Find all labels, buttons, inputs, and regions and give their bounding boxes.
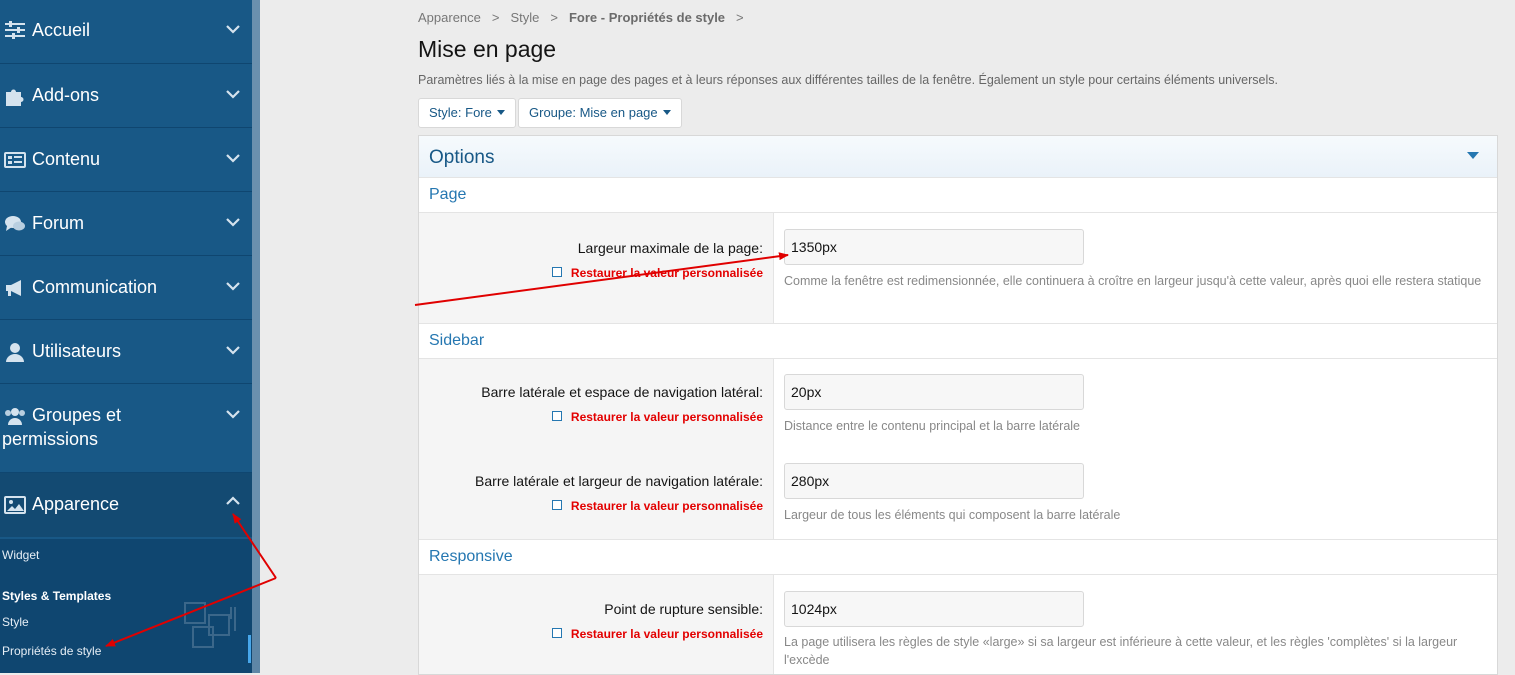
caret-down-icon <box>662 110 671 115</box>
subnav-heading-styles: Styles & Templates <box>2 589 112 603</box>
bullhorn-icon <box>4 278 26 298</box>
field-label: Point de rupture sensible: <box>604 601 763 617</box>
field-hint: Comme la fenêtre est redimensionnée, ell… <box>784 274 1482 288</box>
checkbox-icon[interactable] <box>551 500 562 510</box>
chevron-up-icon <box>226 496 240 506</box>
collapse-toggle-icon[interactable] <box>1467 152 1479 160</box>
field-hint: Largeur de tous les éléments qui compose… <box>784 508 1121 522</box>
sidebar-item-label: Utilisateurs <box>32 341 122 361</box>
field-label: Barre latérale et espace de navigation l… <box>481 384 763 400</box>
breadcrumb-item[interactable]: Apparence <box>418 10 481 25</box>
sidebar-item-label: Apparence <box>32 494 120 514</box>
sidebar-item-label: Communication <box>32 277 158 297</box>
sidebar-item-label: Accueil <box>32 20 91 40</box>
panel-header[interactable]: Options <box>419 136 1497 178</box>
revert-checkbox[interactable]: Restaurer la valeur personnalisée <box>551 410 763 424</box>
revert-label: Restaurer la valeur personnalisée <box>570 266 763 280</box>
breadcrumb: Apparence > Style > Fore - Propriétés de sty… <box>418 10 755 25</box>
section-title: Page <box>429 186 467 203</box>
revert-label: Restaurer la valeur personnalisée <box>570 499 763 513</box>
sidebar-item-label: Add-ons <box>32 85 100 105</box>
puzzle-icon <box>4 86 26 106</box>
revert-checkbox[interactable]: Restaurer la valeur personnalisée <box>551 499 763 513</box>
active-indicator <box>248 635 251 663</box>
revert-checkbox[interactable]: Restaurer la valeur personnalisée <box>551 627 763 641</box>
watermark-logo-icon <box>183 601 243 649</box>
chevron-down-icon <box>226 89 240 99</box>
breakpoint-input[interactable] <box>784 591 1084 627</box>
sidebar-item-add-ons[interactable]: Add-ons <box>0 64 252 128</box>
field-hint: Distance entre le contenu principal et l… <box>784 419 1081 433</box>
section-title: Responsive <box>429 548 513 565</box>
subnav-style[interactable]: Style <box>2 615 29 629</box>
form-row-breakpoint: Point de rupture sensible: Restaurer la … <box>419 575 1497 674</box>
sidebar-item-forum[interactable]: Forum <box>0 192 252 256</box>
sidebar-item-groupes[interactable]: Groupes et permissions <box>0 384 252 473</box>
sidebar-item-label: Groupes et permissions <box>2 405 122 449</box>
section-title: Sidebar <box>429 332 485 349</box>
breadcrumb-item[interactable]: Fore - Propriétés de style <box>569 10 725 25</box>
chevron-down-icon <box>226 281 240 291</box>
style-filter-button[interactable]: Style: Fore <box>418 98 516 128</box>
admin-sidebar: Accueil Add-ons Contenu Forum Communicat… <box>0 0 260 673</box>
sidebar-item-accueil[interactable]: Accueil <box>0 0 252 64</box>
sidebar-item-contenu[interactable]: Contenu <box>0 128 252 192</box>
comments-icon <box>4 214 26 234</box>
label-column: Point de rupture sensible: Restaurer la … <box>419 575 774 674</box>
form-row-sidebar: Barre latérale et espace de navigation l… <box>419 359 1497 539</box>
revert-checkbox[interactable]: Restaurer la valeur personnalisée <box>551 266 763 280</box>
chevron-down-icon <box>226 24 240 34</box>
style-filter-label: Style: Fore <box>429 105 492 120</box>
section-heading-page: Page <box>419 177 1497 213</box>
sidebar-item-communication[interactable]: Communication <box>0 256 252 320</box>
field-hint: La page utilisera les règles de style «l… <box>784 635 1458 667</box>
scrollbar-thumb[interactable] <box>252 0 260 585</box>
checkbox-icon[interactable] <box>551 411 562 421</box>
options-panel: Options Page Largeur maximale de la page… <box>418 135 1498 675</box>
chevron-down-icon <box>226 345 240 355</box>
sliders-icon <box>4 20 26 40</box>
content-list-icon <box>4 150 26 170</box>
sidebar-nav: Accueil Add-ons Contenu Forum Communicat… <box>0 0 252 537</box>
label-column: Largeur maximale de la page: Restaurer l… <box>419 213 774 323</box>
breadcrumb-separator-icon: > <box>550 10 558 25</box>
image-icon <box>4 495 26 515</box>
chevron-down-icon <box>226 217 240 227</box>
breadcrumb-separator-icon: > <box>736 10 744 25</box>
breadcrumb-separator-icon: > <box>491 10 500 25</box>
subnav-style-properties[interactable]: Propriétés de style <box>2 644 101 658</box>
caret-down-icon <box>496 110 505 115</box>
revert-label: Restaurer la valeur personnalisée <box>570 410 763 424</box>
sidebar-width-input[interactable] <box>784 463 1084 499</box>
checkbox-icon[interactable] <box>551 267 562 277</box>
breadcrumb-item[interactable]: Style <box>510 10 539 25</box>
label-column: Barre latérale et espace de navigation l… <box>419 359 774 539</box>
chevron-down-icon <box>226 409 240 419</box>
user-icon <box>4 342 26 362</box>
subnav-widget[interactable]: Widget <box>2 548 39 562</box>
page-title: Mise en page <box>418 36 557 62</box>
max-width-input[interactable] <box>784 229 1084 265</box>
sidebar-item-apparence[interactable]: Apparence <box>0 473 252 537</box>
section-heading-responsive: Responsive <box>419 539 1497 575</box>
form-row-max-width: Largeur maximale de la page: Restaurer l… <box>419 213 1497 323</box>
sidebar-scrollbar[interactable] <box>252 0 260 673</box>
panel-title: Options <box>429 147 495 168</box>
field-label: Largeur maximale de la page: <box>577 240 763 256</box>
page-description: Paramètres liés à la mise en page des pa… <box>418 73 1278 87</box>
chevron-down-icon <box>226 153 240 163</box>
field-label: Barre latérale et largeur de navigation … <box>475 473 763 489</box>
checkbox-icon[interactable] <box>551 628 562 638</box>
sidebar-spacing-input[interactable] <box>784 374 1084 410</box>
group-filter-label: Groupe: Mise en page <box>529 105 658 120</box>
section-heading-sidebar: Sidebar <box>419 323 1497 359</box>
sidebar-item-utilisateurs[interactable]: Utilisateurs <box>0 320 252 384</box>
sidebar-item-label: Contenu <box>32 149 101 169</box>
revert-label: Restaurer la valeur personnalisée <box>570 627 763 641</box>
group-filter-button[interactable]: Groupe: Mise en page <box>518 98 682 128</box>
sidebar-item-label: Forum <box>32 213 85 233</box>
